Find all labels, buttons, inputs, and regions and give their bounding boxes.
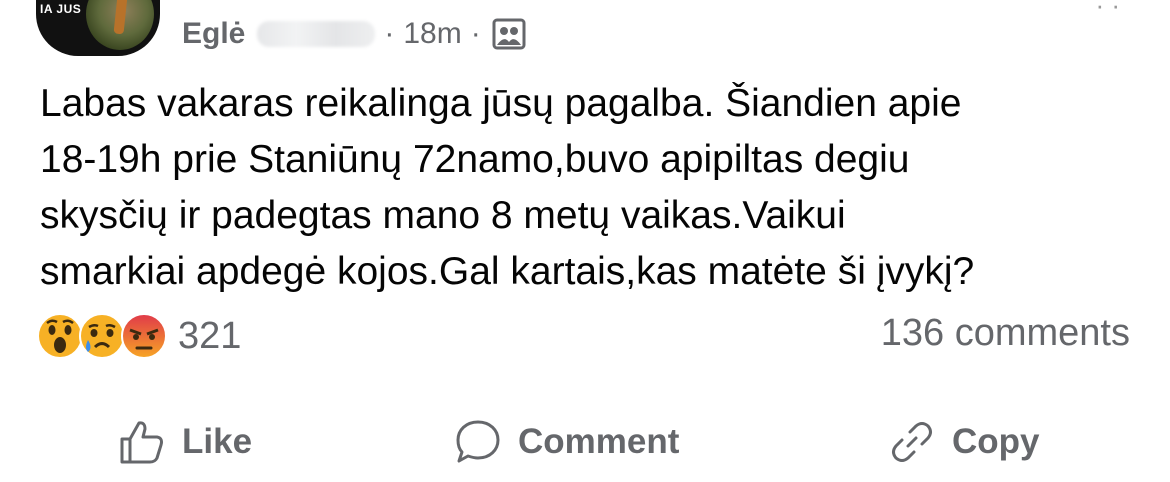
meta-separator: ·: [470, 17, 481, 50]
thumbs-up-icon: [120, 421, 163, 464]
group-audience-icon[interactable]: [492, 18, 526, 50]
comment-button[interactable]: Comment: [454, 404, 679, 480]
sad-reaction-icon: [79, 313, 125, 359]
post-time[interactable]: 18m: [403, 17, 461, 51]
post-text-line: smarkiai apdegė kojos.Gal kartais,kas ma…: [40, 250, 975, 293]
link-icon: [892, 422, 932, 462]
author-name[interactable]: Eglė: [182, 17, 245, 51]
comment-bubble-icon: [456, 420, 500, 463]
angry-reaction-icon: [121, 313, 167, 359]
wow-reaction-icon: [37, 313, 83, 359]
author-avatar[interactable]: IA JUS: [36, 0, 160, 56]
post-text-line: Labas vakaras reikalinga jūsų pagalba. Š…: [40, 82, 962, 125]
copy-label: Copy: [952, 422, 1040, 461]
like-button[interactable]: Like: [118, 404, 252, 480]
post-body: Labas vakaras reikalinga jūsų pagalba. Š…: [40, 76, 1140, 300]
like-label: Like: [182, 422, 253, 461]
post-actions-bar: Like Comment Copy: [0, 404, 1170, 480]
more-options-icon[interactable]: · ·: [1095, 0, 1120, 21]
comments-count[interactable]: 136 comments: [881, 312, 1130, 355]
comment-label: Comment: [518, 422, 680, 461]
post-meta: Eglė · 18m ·: [182, 14, 526, 54]
avatar-tag: IA JUS: [40, 2, 82, 16]
meta-separator: ·: [384, 17, 395, 50]
copy-button[interactable]: Copy: [888, 404, 1040, 480]
redacted-surname: [257, 21, 376, 47]
post-text-line: 18-19h prie Staniūnų 72namo,buvo apipilt…: [40, 138, 910, 181]
reaction-count: 321: [178, 314, 242, 357]
post-text-line: skysčių ir padegtas mano 8 metų vaikas.V…: [40, 194, 846, 237]
reactions-summary[interactable]: 321: [36, 308, 241, 364]
